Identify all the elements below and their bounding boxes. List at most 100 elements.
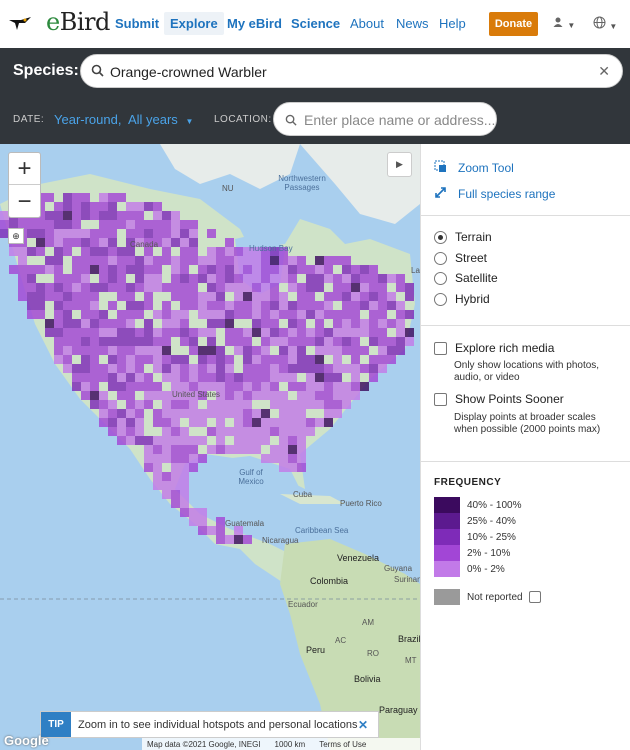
- language-menu[interactable]: ▼: [593, 16, 617, 32]
- zoom-tool-button[interactable]: Zoom Tool: [434, 160, 514, 176]
- frequency-cell: [342, 310, 351, 319]
- rich-media-description: Only show locations with photos, audio, …: [454, 360, 600, 383]
- frequency-cell: [135, 436, 144, 445]
- rich-media-checkbox[interactable]: [434, 341, 447, 355]
- frequency-cell: [288, 364, 297, 373]
- frequency-cell: [189, 346, 198, 355]
- nav-science[interactable]: Science: [291, 16, 340, 31]
- frequency-cell: [18, 274, 27, 283]
- frequency-cell: [387, 346, 396, 355]
- species-input[interactable]: Orange-crowned Warbler ✕: [80, 54, 623, 88]
- nav-about[interactable]: About: [350, 16, 384, 31]
- frequency-cell: [198, 256, 207, 265]
- frequency-cell: [63, 301, 72, 310]
- zoom-out-button[interactable]: −: [9, 186, 40, 218]
- map-label-paraguay: Paraguay: [379, 705, 418, 715]
- frequency-cell: [144, 436, 153, 445]
- map-type-hybrid[interactable]: Hybrid: [434, 292, 490, 306]
- frequency-cell: [279, 346, 288, 355]
- frequency-cell: [297, 256, 306, 265]
- close-icon[interactable]: ✕: [358, 718, 368, 732]
- frequency-cell: [261, 409, 270, 418]
- frequency-cell: [279, 301, 288, 310]
- frequency-cell: [198, 508, 207, 517]
- frequency-cell: [144, 328, 153, 337]
- frequency-cell: [153, 382, 162, 391]
- terms-of-use-link[interactable]: Terms of Use: [319, 740, 366, 749]
- frequency-cell: [171, 472, 180, 481]
- frequency-cell: [81, 337, 90, 346]
- legend-row: 0% - 2%: [434, 561, 505, 577]
- nav-explore[interactable]: Explore: [164, 12, 224, 35]
- frequency-cell: [261, 364, 270, 373]
- ebird-logo[interactable]: eBird: [46, 8, 110, 36]
- frequency-cell: [117, 346, 126, 355]
- full-range-button[interactable]: Full species range: [434, 186, 555, 202]
- frequency-cell: [162, 427, 171, 436]
- points-sooner-checkbox[interactable]: [434, 392, 447, 406]
- frequency-cell: [207, 409, 216, 418]
- frequency-cell: [261, 337, 270, 346]
- frequency-cell: [342, 337, 351, 346]
- radio-hybrid[interactable]: [434, 292, 447, 306]
- frequency-cell: [279, 373, 288, 382]
- not-reported-row[interactable]: Not reported: [434, 589, 541, 605]
- frequency-cell: [216, 517, 225, 526]
- radio-satellite[interactable]: [434, 271, 447, 285]
- frequency-cell: [189, 220, 198, 229]
- frequency-cell: [279, 463, 288, 472]
- frequency-cell: [315, 274, 324, 283]
- frequency-cell: [378, 292, 387, 301]
- frequency-cell: [81, 265, 90, 274]
- frequency-cell: [171, 256, 180, 265]
- location-input[interactable]: Enter place name or address...: [273, 102, 497, 136]
- frequency-cell: [297, 355, 306, 364]
- frequency-cell: [171, 364, 180, 373]
- frequency-cell: [54, 283, 63, 292]
- frequency-cell: [360, 292, 369, 301]
- range-map[interactable]: NU Northwestern Passages Hudson Bay Cana…: [0, 144, 420, 750]
- frequency-cell: [252, 319, 261, 328]
- not-reported-checkbox[interactable]: [528, 591, 541, 603]
- frequency-cell: [198, 364, 207, 373]
- frequency-cell: [225, 265, 234, 274]
- user-menu[interactable]: ▼: [552, 16, 575, 31]
- nav-my-ebird[interactable]: My eBird: [227, 16, 282, 31]
- frequency-cell: [315, 319, 324, 328]
- nav-news[interactable]: News: [396, 16, 429, 31]
- donate-button[interactable]: Donate: [489, 12, 538, 36]
- radio-terrain[interactable]: [434, 230, 447, 244]
- rich-media-toggle[interactable]: Explore rich media: [434, 341, 554, 355]
- map-type-satellite[interactable]: Satellite: [434, 271, 498, 285]
- frequency-cell: [198, 346, 207, 355]
- date-dropdown[interactable]: Year-round, All years ▼: [54, 112, 193, 127]
- frequency-cell: [180, 499, 189, 508]
- frequency-cell: [189, 454, 198, 463]
- radio-street[interactable]: [434, 251, 447, 265]
- frequency-cell: [63, 310, 72, 319]
- points-sooner-toggle[interactable]: Show Points Sooner: [434, 392, 564, 406]
- frequency-cell: [180, 301, 189, 310]
- frequency-cell: [216, 265, 225, 274]
- zoom-tool-map-icon[interactable]: ⊕: [8, 228, 24, 244]
- map-type-terrain[interactable]: Terrain: [434, 230, 492, 244]
- map-type-street[interactable]: Street: [434, 251, 487, 265]
- clear-icon[interactable]: ✕: [598, 63, 610, 80]
- frequency-cell: [63, 346, 72, 355]
- frequency-cell: [315, 301, 324, 310]
- collapse-panel-button[interactable]: ▶: [387, 152, 412, 177]
- frequency-cell: [207, 355, 216, 364]
- frequency-cell: [81, 301, 90, 310]
- zoom-in-button[interactable]: +: [9, 153, 40, 185]
- frequency-cell: [225, 427, 234, 436]
- nav-help[interactable]: Help: [439, 16, 466, 31]
- bird-logo-icon[interactable]: [0, 0, 40, 48]
- frequency-cell: [171, 274, 180, 283]
- nav-submit[interactable]: Submit: [115, 16, 159, 31]
- frequency-cell: [351, 310, 360, 319]
- frequency-cell: [270, 373, 279, 382]
- frequency-cell: [279, 256, 288, 265]
- frequency-cell: [90, 292, 99, 301]
- frequency-cell: [270, 301, 279, 310]
- frequency-cell: [207, 328, 216, 337]
